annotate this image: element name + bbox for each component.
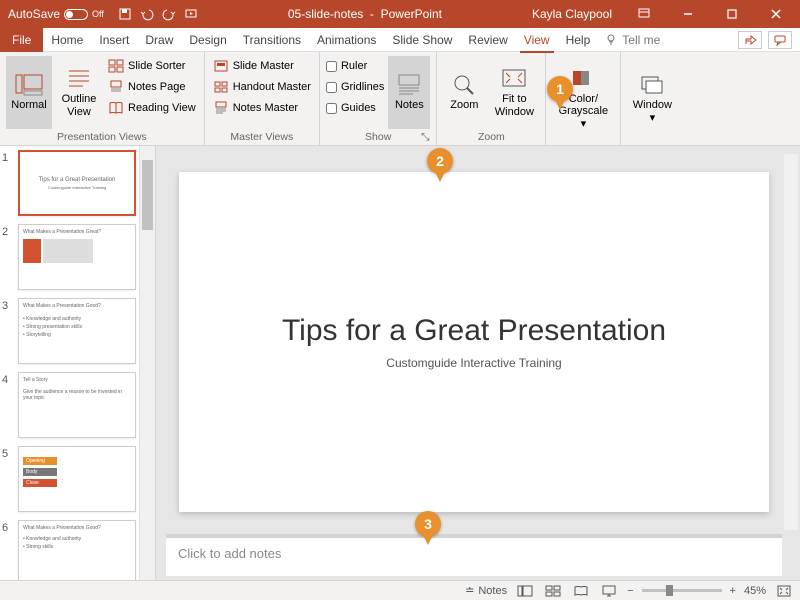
user-name[interactable]: Kayla Claypool (532, 7, 612, 21)
menu-bar: File Home Insert Draw Design Transitions… (0, 28, 800, 52)
window-button[interactable]: Window ▾ (627, 56, 677, 141)
outline-view-icon (65, 67, 93, 91)
zoom-slider[interactable] (642, 589, 722, 592)
outline-view-button[interactable]: Outline View (56, 56, 102, 129)
group-master-views: Slide Master Handout Master Notes Master… (205, 52, 320, 145)
zoom-button[interactable]: Zoom (443, 56, 485, 129)
slide-master-button[interactable]: Slide Master (211, 56, 313, 76)
fit-slide-status-icon[interactable] (774, 583, 794, 599)
fit-window-icon (500, 67, 528, 91)
tab-home[interactable]: Home (43, 28, 91, 52)
show-launcher-icon[interactable]: ⤡ (420, 131, 430, 141)
group-presentation-views: Normal Outline View Slide Sorter Notes P… (0, 52, 205, 145)
reading-view-button[interactable]: Reading View (106, 98, 198, 118)
slide-canvas[interactable]: Tips for a Great Presentation Customguid… (166, 154, 782, 530)
window-title: 05-slide-notes - PowerPoint (198, 7, 532, 21)
zoom-percentage[interactable]: 45% (744, 585, 766, 597)
tab-animations[interactable]: Animations (309, 28, 384, 52)
normal-view-icon (15, 73, 43, 97)
tab-review[interactable]: Review (460, 28, 515, 52)
minimize-button[interactable] (668, 0, 708, 28)
start-slideshow-icon[interactable] (184, 7, 198, 21)
callout-1: 1 (547, 76, 573, 110)
notes-page-icon (108, 80, 124, 94)
normal-view-button[interactable]: Normal (6, 56, 52, 129)
ribbon: Normal Outline View Slide Sorter Notes P… (0, 52, 800, 146)
tab-insert[interactable]: Insert (91, 28, 137, 52)
thumbnail-4[interactable]: 4Tell a StoryGive the audience a reason … (2, 372, 137, 438)
tab-file[interactable]: File (0, 28, 43, 52)
slide-title[interactable]: Tips for a Great Presentation (282, 314, 666, 348)
thumbnail-scrollbar[interactable] (139, 146, 155, 580)
slide-thumbnail-panel: 1Tips for a Great PresentationCustomguid… (0, 146, 156, 580)
slideshow-status-icon[interactable] (599, 583, 619, 599)
tab-draw[interactable]: Draw (137, 28, 181, 52)
slide-sorter-button[interactable]: Slide Sorter (106, 56, 198, 76)
slide-sorter-status-icon[interactable] (543, 583, 563, 599)
maximize-button[interactable] (712, 0, 752, 28)
main-area: 1Tips for a Great PresentationCustomguid… (0, 146, 800, 580)
title-bar: AutoSave Off 05-slide-notes - PowerPoint… (0, 0, 800, 28)
lightbulb-icon (604, 33, 618, 47)
canvas-scrollbar[interactable] (784, 154, 798, 530)
thumbnail-6[interactable]: 6What Makes a Presentation Good?• Knowle… (2, 520, 137, 580)
notes-master-button[interactable]: Notes Master (211, 98, 313, 118)
color-grayscale-icon (569, 67, 597, 91)
tell-me-search[interactable]: Tell me (604, 33, 660, 47)
group-zoom: Zoom Fit to Window Zoom (437, 52, 546, 145)
notes-master-icon (213, 101, 229, 115)
normal-view-status-icon[interactable] (515, 583, 535, 599)
thumbnail-2[interactable]: 2What Makes a Presentation Great? (2, 224, 137, 290)
slide: Tips for a Great Presentation Customguid… (179, 172, 769, 512)
guides-checkbox[interactable]: Guides (326, 98, 384, 118)
handout-master-icon (213, 80, 229, 94)
tab-design[interactable]: Design (181, 28, 234, 52)
callout-2: 2 (427, 148, 453, 182)
slide-master-icon (213, 59, 229, 73)
gridlines-checkbox[interactable]: Gridlines (326, 77, 384, 97)
handout-master-button[interactable]: Handout Master (211, 77, 313, 97)
callout-3: 3 (415, 511, 441, 545)
reading-view-status-icon[interactable] (571, 583, 591, 599)
status-bar: ≐ Notes − + 45% (0, 580, 800, 600)
slide-sorter-icon (108, 59, 124, 73)
undo-icon[interactable] (140, 7, 154, 21)
thumbnail-5[interactable]: 5OpeningBodyClose (2, 446, 137, 512)
tab-transitions[interactable]: Transitions (235, 28, 309, 52)
zoom-in-button[interactable]: + (730, 585, 736, 597)
fit-to-window-button[interactable]: Fit to Window (489, 56, 539, 129)
slide-subtitle[interactable]: Customguide Interactive Training (386, 356, 561, 370)
save-icon[interactable] (118, 7, 132, 21)
autosave-toggle[interactable]: AutoSave Off (8, 7, 104, 21)
zoom-out-button[interactable]: − (627, 585, 633, 597)
tab-view[interactable]: View (516, 28, 558, 52)
comments-button[interactable] (768, 31, 792, 49)
notes-pane[interactable]: Click to add notes (166, 538, 782, 576)
notes-page-button[interactable]: Notes Page (106, 77, 198, 97)
tab-help[interactable]: Help (558, 28, 599, 52)
group-show: Ruler Gridlines Guides Notes Show⤡ (320, 52, 437, 145)
thumbnail-1[interactable]: 1Tips for a Great PresentationCustomguid… (2, 150, 137, 216)
ruler-checkbox[interactable]: Ruler (326, 56, 384, 76)
group-window: Window ▾ (621, 52, 683, 145)
notes-icon (395, 73, 423, 97)
reading-view-icon (108, 101, 124, 115)
notes-toggle[interactable]: ≐ Notes (465, 584, 507, 597)
thumbnail-3[interactable]: 3What Makes a Presentation Good?• Knowle… (2, 298, 137, 364)
tab-slideshow[interactable]: Slide Show (384, 28, 460, 52)
notes-button[interactable]: Notes (388, 56, 430, 129)
share-button[interactable] (738, 31, 762, 49)
close-button[interactable] (756, 0, 796, 28)
redo-icon[interactable] (162, 7, 176, 21)
window-icon (638, 73, 666, 97)
zoom-icon (450, 73, 478, 97)
ribbon-options-icon[interactable] (624, 0, 664, 28)
